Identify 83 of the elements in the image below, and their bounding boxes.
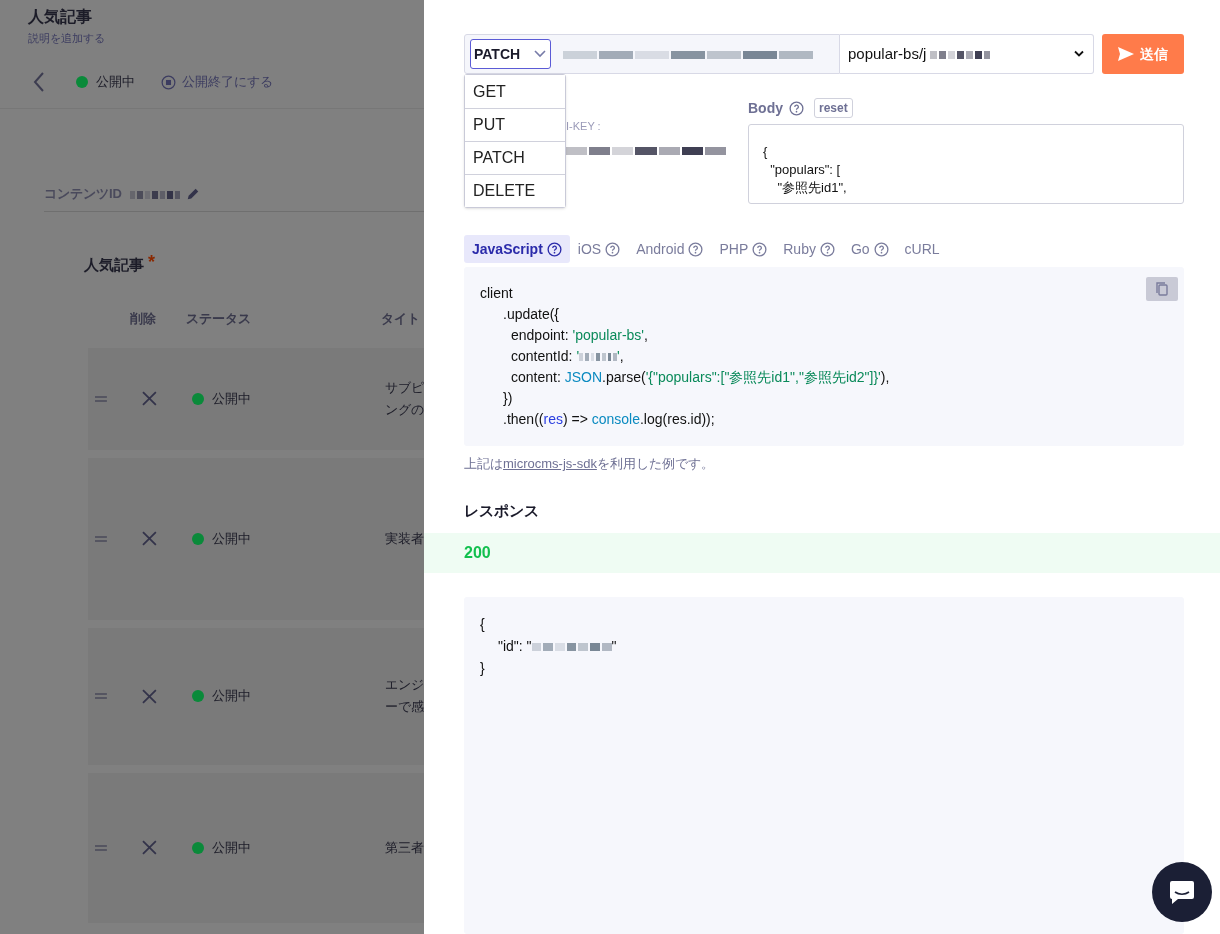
edit-icon[interactable] [186,187,200,201]
language-tab[interactable]: Android [628,235,712,263]
close-icon[interactable] [141,531,157,546]
language-tab[interactable]: JavaScript [464,235,570,263]
redaction-mask [930,49,991,60]
title-text: ングの [385,400,424,419]
help-icon[interactable] [789,100,804,116]
help-icon[interactable] [873,241,889,257]
title-text: サブピ [385,378,424,397]
help-icon[interactable] [605,241,621,257]
chevron-down-icon [533,49,547,59]
drag-handle-icon[interactable] [95,692,107,700]
method-option[interactable]: PATCH [465,141,565,174]
language-tab[interactable]: cURL [896,235,948,263]
table-row[interactable]: 公開中 エンジ ーで感 [88,627,424,765]
endpoint-select[interactable]: popular-bs/j [840,34,1094,74]
code-line: client [480,284,513,303]
help-icon[interactable] [688,241,704,257]
send-icon [1118,47,1134,61]
drag-handle-icon[interactable] [95,534,107,543]
close-icon[interactable] [141,391,157,406]
field-label: 人気記事 [84,254,144,275]
code-line: .update({ [503,305,560,324]
stop-icon [161,74,176,90]
chevron-down-icon [1073,50,1085,58]
drag-handle-icon[interactable] [95,843,107,852]
chat-icon [1168,879,1196,905]
body-textarea[interactable]: { "populars": [ "参照先id1", [748,124,1184,204]
copy-button[interactable] [1146,277,1178,301]
add-description-link[interactable]: 説明を追加する [28,30,424,47]
table-row[interactable]: 公開中 サブピ ングの [88,347,424,450]
status-label: 公開中 [96,73,135,92]
method-option[interactable]: DELETE [465,174,565,207]
code-line: "id": " " [498,637,617,656]
body-label: Body [748,98,783,118]
help-icon[interactable] [819,241,835,257]
code-line: } [480,659,485,678]
status-label: 公開中 [211,687,252,706]
close-icon[interactable] [141,840,157,855]
send-button[interactable]: 送信 [1102,34,1184,74]
back-icon[interactable] [32,71,46,93]
code-line: .then((res) => console.log(res.id)); [503,410,715,429]
table-row[interactable]: 公開中 実装者 [88,457,424,620]
code-line: contentId: ' ', [511,347,624,366]
code-line: content: JSON.parse('{"populars":["参照先id1","参照先id2"]}'), [511,368,890,387]
page-title: 人気記事 [28,7,93,27]
language-tab[interactable]: Go [842,235,897,263]
redaction-mask [130,189,180,200]
code-line: { [480,615,485,634]
status-label: 公開中 [211,838,252,857]
column-header: 削除 [130,310,157,328]
method-select[interactable]: PATCH [470,39,551,69]
chat-button[interactable] [1152,862,1212,922]
copy-icon [1154,281,1170,297]
status-label: 公開中 [211,529,252,548]
close-icon[interactable] [141,688,157,704]
title-text: エンジ [385,676,424,694]
title-text: ーで感 [385,698,424,716]
response-heading: レスポンス [464,500,540,521]
api-key-label: I-KEY : [566,119,602,134]
table-row[interactable]: 公開中 第三者 [88,772,424,923]
sdk-note: 上記はmicrocms-js-sdkを利用した例です。 [464,455,715,473]
method-option[interactable]: PUT [465,108,565,141]
method-option[interactable]: GET [465,75,565,108]
reset-button[interactable]: reset [814,98,853,118]
code-line: }) [503,389,513,408]
help-icon[interactable] [546,241,562,257]
redaction-mask [579,352,618,363]
column-header: タイト [381,310,420,328]
response-status: 200 [424,533,1220,573]
code-line: endpoint: 'popular-bs', [511,326,648,345]
column-header: ステータス [186,310,252,328]
unpublish-button[interactable]: 公開終了にする [161,72,273,92]
drag-handle-icon[interactable] [95,394,107,403]
language-tab[interactable]: Ruby [775,235,843,263]
sdk-link[interactable]: microcms-js-sdk [503,456,597,471]
required-mark: * [148,253,155,270]
language-tab[interactable]: iOS [569,235,629,263]
status-label: 公開中 [211,389,252,408]
help-icon[interactable] [752,241,768,257]
title-text: 第三者 [385,838,424,857]
title-text: 実装者 [385,529,424,548]
language-tab[interactable]: PHP [711,235,776,263]
